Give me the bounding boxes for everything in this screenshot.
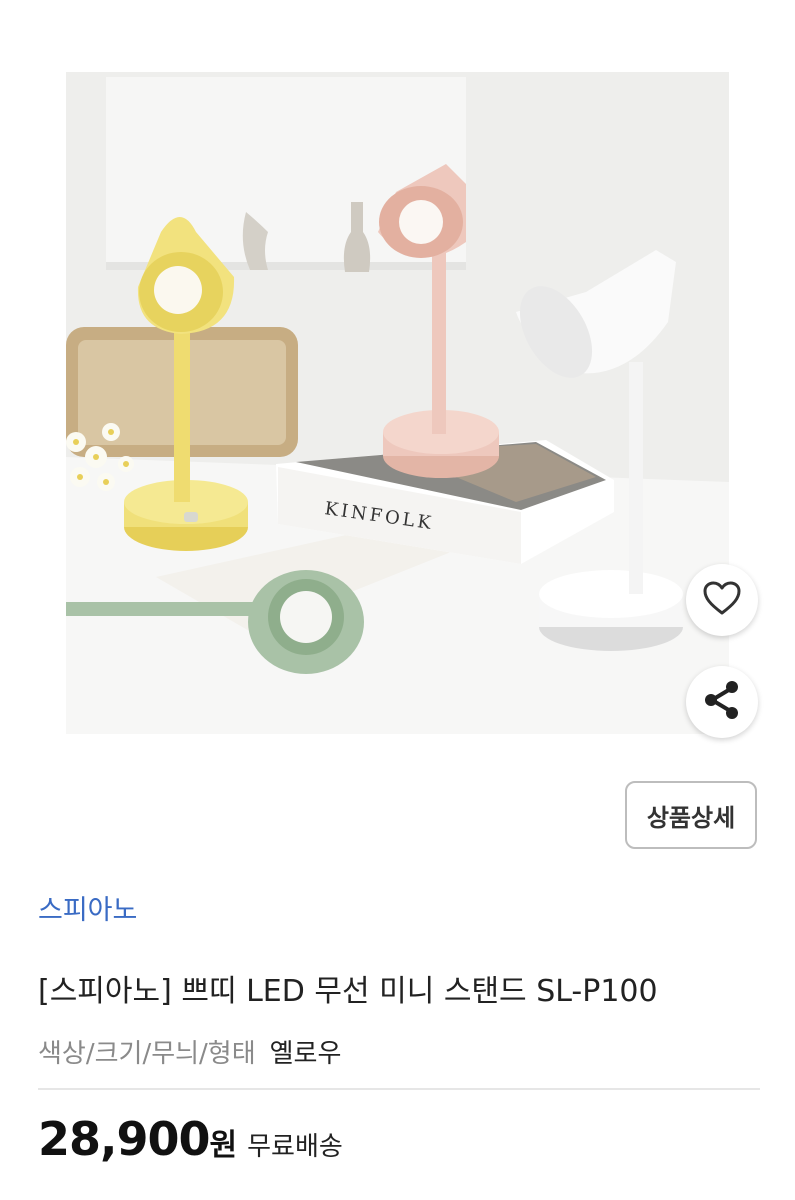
divider xyxy=(38,1088,760,1090)
product-detail-button[interactable]: 상품상세 xyxy=(625,781,757,849)
price-amount: 28,900 xyxy=(38,1112,211,1166)
favorite-button[interactable] xyxy=(686,564,758,636)
option-row[interactable]: 색상/크기/무늬/형태 옐로우 xyxy=(38,1033,341,1070)
option-label: 색상/크기/무늬/형태 xyxy=(38,1039,256,1069)
product-image[interactable]: KINFOLK xyxy=(66,72,729,734)
share-icon xyxy=(700,678,744,726)
product-title: [스피아노] 쁘띠 LED 무선 미니 스탠드 SL-P100 xyxy=(38,974,658,1009)
share-button[interactable] xyxy=(686,666,758,738)
heart-icon xyxy=(702,580,742,620)
shipping-badge: 무료배송 xyxy=(247,1132,343,1162)
option-value: 옐로우 xyxy=(269,1039,342,1069)
price-row: 28,900 원 무료배송 xyxy=(38,1112,343,1166)
price-currency: 원 xyxy=(209,1128,238,1163)
brand-link[interactable]: 스피아노 xyxy=(38,888,137,927)
